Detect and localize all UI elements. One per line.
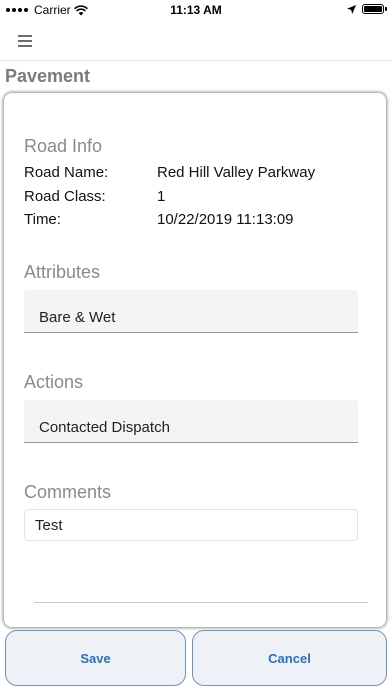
comments-heading: Comments (24, 482, 112, 502)
road-name-value: Red Hill Valley Parkway (157, 164, 316, 181)
status-right (347, 4, 387, 14)
cancel-button[interactable]: Cancel (192, 630, 387, 686)
status-bar: Carrier 11:13 AM (0, 0, 392, 20)
comments-value: Test (35, 517, 63, 534)
status-time: 11:13 AM (170, 3, 222, 17)
hamburger-menu-icon[interactable] (12, 29, 40, 51)
road-class-value: 1 (157, 188, 166, 205)
pavement-form-card: Road Info Road Name: Red Hill Valley Par… (4, 93, 386, 627)
nav-bar (0, 20, 392, 61)
save-button-label: Save (80, 650, 111, 666)
page-title: Pavement (5, 66, 91, 86)
cancel-button-label: Cancel (268, 650, 311, 666)
road-info-heading: Road Info (24, 136, 103, 156)
save-button[interactable]: Save (5, 630, 186, 686)
time-label: Time: (24, 211, 61, 228)
comments-input[interactable]: Test (24, 509, 358, 541)
actions-dropdown[interactable]: Contacted Dispatch (24, 400, 358, 443)
location-arrow-icon (347, 4, 356, 14)
attributes-heading: Attributes (24, 262, 101, 282)
actions-selected-value: Contacted Dispatch (39, 419, 170, 436)
road-class-label: Road Class: (24, 188, 106, 205)
time-value: 10/22/2019 11:13:09 (157, 211, 294, 228)
actions-heading: Actions (24, 372, 84, 392)
attributes-dropdown[interactable]: Bare & Wet (24, 290, 358, 333)
battery-icon (362, 4, 387, 14)
attributes-selected-value: Bare & Wet (39, 309, 116, 326)
battery-level (364, 6, 382, 12)
road-name-label: Road Name: (24, 164, 109, 181)
card-divider (34, 602, 368, 603)
